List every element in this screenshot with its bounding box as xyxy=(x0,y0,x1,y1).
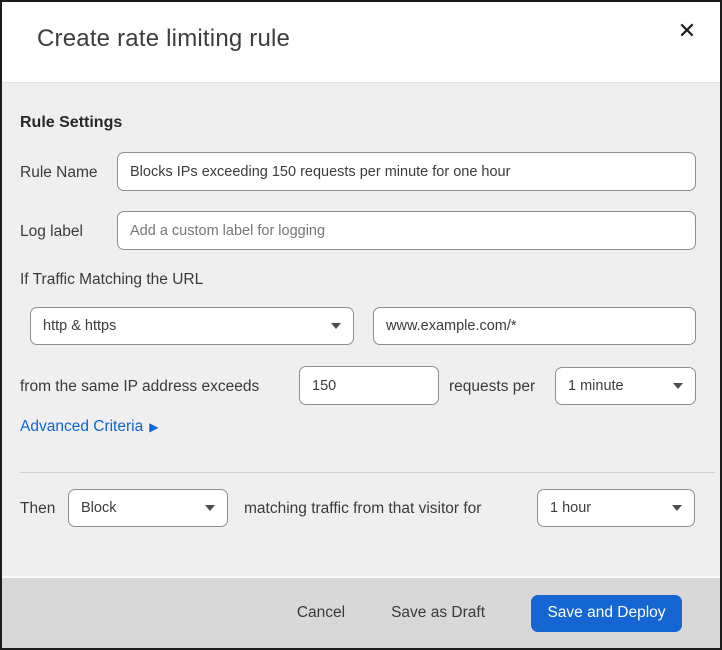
advanced-criteria-label: Advanced Criteria xyxy=(20,418,144,435)
close-icon: ✕ xyxy=(677,18,697,43)
requests-per-text: requests per xyxy=(449,378,536,395)
log-label-input[interactable] xyxy=(117,211,696,250)
action-select-value: Block xyxy=(81,500,117,516)
traffic-match-intro-text: If Traffic Matching the URL xyxy=(20,271,204,288)
triangle-right-icon: ▶ xyxy=(149,420,159,434)
cancel-button[interactable]: Cancel xyxy=(297,604,345,622)
create-rate-limiting-rule-dialog: Create rate limiting rule ✕ Rule Setting… xyxy=(0,0,722,650)
threshold-prefix-text: from the same IP address exceeds xyxy=(20,378,260,395)
chevron-down-icon xyxy=(673,383,683,389)
matching-traffic-text: matching traffic from that visitor for xyxy=(244,500,482,517)
dialog-footer: Cancel Save as Draft Save and Deploy xyxy=(2,576,720,648)
duration-select[interactable]: 1 hour xyxy=(537,489,695,527)
section-divider xyxy=(20,472,715,473)
dialog-title: Create rate limiting rule xyxy=(37,25,291,52)
then-label: Then xyxy=(20,500,56,517)
dialog-body: Rule Settings Rule Name Log label If Tra… xyxy=(2,84,720,578)
log-label-label: Log label xyxy=(20,223,83,240)
close-button[interactable]: ✕ xyxy=(672,16,702,46)
scheme-select-value: http & https xyxy=(43,318,117,334)
action-select[interactable]: Block xyxy=(68,489,228,527)
save-and-deploy-button[interactable]: Save and Deploy xyxy=(531,594,682,632)
scheme-select[interactable]: http & https xyxy=(30,307,354,345)
request-threshold-input[interactable] xyxy=(299,366,439,405)
duration-select-value: 1 hour xyxy=(550,500,592,516)
chevron-down-icon xyxy=(331,323,341,329)
chevron-down-icon xyxy=(205,505,215,511)
save-as-draft-button[interactable]: Save as Draft xyxy=(391,604,485,622)
period-select-value: 1 minute xyxy=(568,378,624,394)
period-select[interactable]: 1 minute xyxy=(555,367,696,405)
dialog-header: Create rate limiting rule ✕ xyxy=(2,2,720,83)
url-pattern-input[interactable] xyxy=(373,307,696,345)
rule-name-input[interactable] xyxy=(117,152,696,191)
rule-name-label: Rule Name xyxy=(20,164,98,181)
section-title-rule-settings: Rule Settings xyxy=(20,114,123,131)
chevron-down-icon xyxy=(672,505,682,511)
advanced-criteria-link[interactable]: Advanced Criteria ▶ xyxy=(20,418,158,436)
